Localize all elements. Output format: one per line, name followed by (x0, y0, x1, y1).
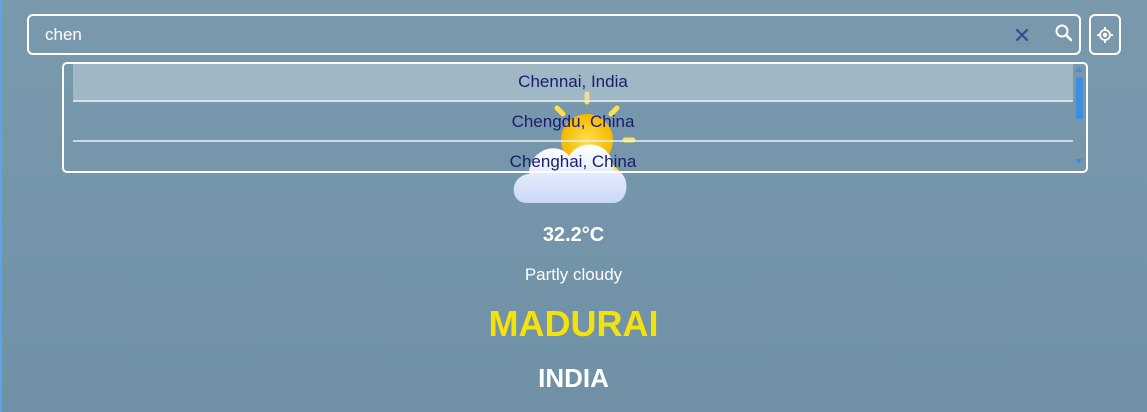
scroll-down-icon[interactable] (1075, 159, 1083, 164)
suggestions-dropdown: Chennai, India Chengdu, China Chenghai, … (62, 62, 1088, 173)
scroll-thumb[interactable] (1076, 77, 1083, 119)
country-name: INDIA (538, 363, 609, 393)
suggestion-item[interactable]: Chengdu, China (73, 104, 1073, 142)
search-input[interactable] (45, 24, 945, 46)
close-icon[interactable] (1013, 26, 1031, 44)
weather-condition: Partly cloudy (524, 265, 623, 284)
search-bar (27, 14, 1081, 55)
temperature: 32.2°C (542, 224, 605, 246)
locate-button[interactable] (1089, 14, 1121, 55)
my-location-icon (1097, 27, 1113, 43)
dropdown-scrollbar[interactable] (1074, 64, 1084, 171)
suggestion-item[interactable]: Chenghai, China (73, 144, 1073, 171)
search-icon[interactable] (1053, 22, 1075, 44)
suggestion-item[interactable]: Chennai, India (73, 64, 1073, 102)
scroll-up-icon[interactable] (1075, 67, 1083, 72)
city-name: MADURAI (488, 303, 659, 344)
